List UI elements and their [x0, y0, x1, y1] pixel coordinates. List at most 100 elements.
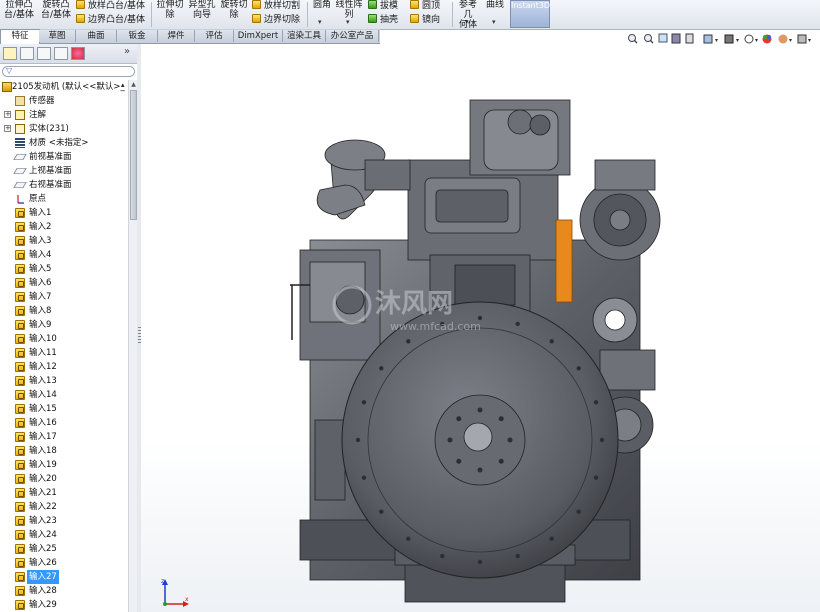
flywheel-bolt — [599, 437, 605, 443]
loft-cut-button[interactable]: 放样切割 — [252, 0, 300, 12]
feature-item[interactable]: 输入26 — [0, 556, 128, 570]
tab-dimxpert[interactable]: DimXpert — [234, 30, 283, 42]
feature-manager-tabs: » — [0, 44, 137, 64]
feature-item[interactable]: 输入27 — [0, 570, 128, 584]
feature-item-label: 输入10 — [29, 334, 57, 344]
feature-item-label: 输入1 — [29, 208, 52, 218]
feature-item[interactable]: 输入4 — [0, 248, 128, 262]
feature-item[interactable]: 输入1 — [0, 206, 128, 220]
loft-boss-button[interactable]: 放样凸台/基体 — [76, 0, 145, 12]
engine-model[interactable]: 沐风网 www.mfcad.com — [141, 44, 820, 612]
section-view-icon — [671, 33, 681, 44]
flywheel-bolt — [379, 366, 384, 371]
feature-item[interactable]: 输入22 — [0, 500, 128, 514]
draft-button[interactable]: 拔模 — [368, 0, 398, 12]
feature-item[interactable]: 输入19 — [0, 458, 128, 472]
instant3d-button[interactable]: Instant3D — [510, 0, 550, 28]
feature-item[interactable]: 输入16 — [0, 416, 128, 430]
feature-tree-filter[interactable]: ▽ — [2, 66, 135, 77]
feature-item[interactable]: 输入10 — [0, 332, 128, 346]
feature-item[interactable]: 输入20 — [0, 472, 128, 486]
feature-item[interactable]: 输入9 — [0, 318, 128, 332]
tree-item[interactable]: 传感器 — [0, 94, 128, 108]
hole-wizard-button[interactable]: 异型孔 向导 — [187, 0, 217, 20]
ref-geometry-dropdown-icon[interactable]: ▾ — [465, 18, 469, 26]
revolve-cut-button[interactable]: 旋转切 除 — [219, 0, 249, 20]
mirror-button[interactable]: 镜向 — [410, 14, 440, 26]
curves-dropdown-icon[interactable]: ▾ — [492, 18, 496, 26]
scroll-thumb[interactable] — [130, 90, 137, 220]
property-manager-tab-icon[interactable] — [20, 47, 34, 60]
linear-pattern-button[interactable]: 线性阵 列 — [334, 0, 364, 20]
tree-item[interactable]: 右视基准面 — [0, 178, 128, 192]
feature-item-label: 输入25 — [29, 544, 57, 554]
feature-item[interactable]: 输入14 — [0, 388, 128, 402]
flywheel-bolt — [406, 339, 411, 344]
feature-item[interactable]: 输入17 — [0, 430, 128, 444]
loft-cut-label: 放样切割 — [264, 1, 301, 11]
curves-button[interactable]: 曲线 — [484, 0, 506, 10]
tree-item[interactable]: 原点 — [0, 192, 128, 206]
zoom-to-fit-icon — [628, 34, 638, 44]
tab-features[interactable]: 特征 — [0, 29, 40, 44]
feature-item[interactable]: 输入21 — [0, 486, 128, 500]
shell-button[interactable]: 抽壳 — [368, 14, 398, 26]
tab-weldments[interactable]: 焊件 — [158, 30, 195, 42]
tab-office-products[interactable]: 办公室产品 — [326, 30, 379, 42]
fillet-dropdown-icon[interactable]: ▾ — [318, 18, 322, 26]
fillet-button[interactable]: 圆角 — [311, 0, 333, 10]
feature-item[interactable]: 输入7 — [0, 290, 128, 304]
ribbon-separator — [151, 2, 152, 27]
tree-item[interactable]: 前视基准面 — [0, 150, 128, 164]
edit-appearance-icon — [762, 34, 772, 44]
hub-bolt — [447, 437, 453, 443]
tree-root-part[interactable]: 2105发动机 (默认<<默认>_ ▴ — [0, 80, 128, 94]
feature-item[interactable]: 输入6 — [0, 276, 128, 290]
tab-render-tools[interactable]: 渲染工具 — [283, 30, 326, 42]
tab-evaluate[interactable]: 评估 — [195, 30, 234, 42]
graphics-area[interactable]: 沐风网 www.mfcad.com — [141, 44, 820, 612]
feature-item-label: 输入8 — [29, 306, 52, 316]
part-icon — [2, 82, 12, 92]
feature-item[interactable]: 输入18 — [0, 444, 128, 458]
feature-item[interactable]: 输入29 — [0, 598, 128, 612]
feature-item[interactable]: 输入28 — [0, 584, 128, 598]
configuration-manager-tab-icon[interactable] — [37, 47, 51, 60]
extrude-boss-button[interactable]: 拉伸凸 台/基体 — [2, 0, 36, 20]
feature-item[interactable]: 输入8 — [0, 304, 128, 318]
tree-item[interactable]: 上视基准面 — [0, 164, 128, 178]
tab-surfaces[interactable]: 曲面 — [76, 30, 117, 42]
revolve-boss-button[interactable]: 旋转凸 台/基体 — [40, 0, 72, 20]
feature-item[interactable]: 输入23 — [0, 514, 128, 528]
flywheel-bolt — [549, 536, 554, 541]
expand-toggle-icon[interactable]: + — [4, 125, 11, 132]
expand-toggle-icon[interactable]: + — [4, 111, 11, 118]
tree-item-label: 实体(231) — [29, 124, 69, 134]
feature-item[interactable]: 输入13 — [0, 374, 128, 388]
tree-item[interactable]: + 注解 — [0, 108, 128, 122]
feature-item[interactable]: 输入5 — [0, 262, 128, 276]
tree-item-label: 材质 <未指定> — [29, 138, 89, 148]
feature-item[interactable]: 输入12 — [0, 360, 128, 374]
boundary-cut-button[interactable]: 边界切除 — [252, 14, 300, 26]
feature-item[interactable]: 输入25 — [0, 542, 128, 556]
extrude-cut-button[interactable]: 拉伸切 除 — [155, 0, 185, 20]
feature-manager-tab-icon[interactable] — [3, 47, 17, 60]
tree-item[interactable]: + 实体(231) — [0, 122, 128, 136]
dome-button[interactable]: 圆顶 — [410, 0, 440, 12]
feature-item[interactable]: 输入24 — [0, 528, 128, 542]
expand-panel-icon[interactable]: » — [124, 46, 130, 57]
feature-item[interactable]: 输入15 — [0, 402, 128, 416]
tab-sketch[interactable]: 草图 — [39, 30, 76, 42]
boundary-boss-button[interactable]: 边界凸台/基体 — [76, 14, 145, 26]
pattern-dropdown-icon[interactable]: ▾ — [346, 18, 350, 26]
display-manager-tab-icon[interactable] — [71, 47, 85, 60]
feature-item[interactable]: 输入3 — [0, 234, 128, 248]
imported-feature-icon — [15, 488, 25, 498]
previous-view-icon — [658, 33, 668, 43]
tab-sheet-metal[interactable]: 钣金 — [117, 30, 158, 42]
feature-item[interactable]: 输入2 — [0, 220, 128, 234]
dimxpert-manager-tab-icon[interactable] — [54, 47, 68, 60]
feature-item[interactable]: 输入11 — [0, 346, 128, 360]
tree-item[interactable]: 材质 <未指定> — [0, 136, 128, 150]
